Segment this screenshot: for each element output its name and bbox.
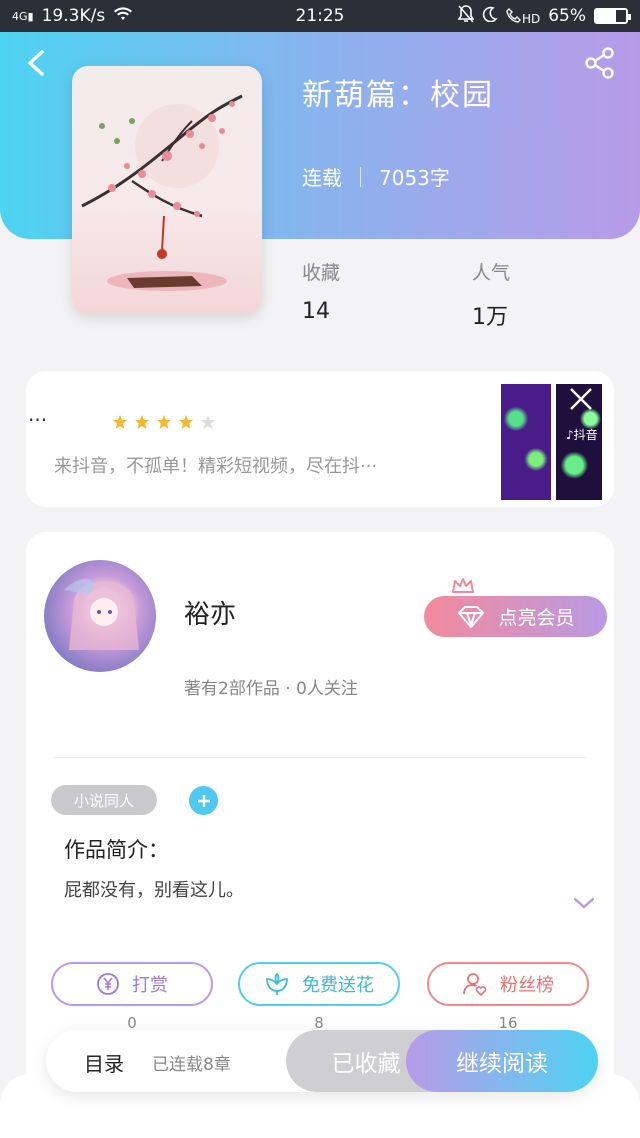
ad-brand: 抖音 <box>573 428 598 442</box>
star-icon <box>157 415 171 429</box>
star-icon <box>201 415 215 429</box>
star-icon <box>113 415 127 429</box>
popularity-label: 人气 <box>472 262 511 284</box>
book-meta: 连载 7053字 <box>302 162 450 191</box>
book-cover[interactable] <box>72 66 262 314</box>
tag-chip[interactable]: 小说同人 <box>51 785 157 815</box>
favorited-label: 已收藏 <box>331 1051 401 1077</box>
fan-ranking-label: 粉丝榜 <box>500 975 554 996</box>
back-button[interactable] <box>22 46 52 80</box>
author-name: 裕亦 <box>184 600 237 630</box>
vip-label: 点亮会员 <box>498 607 575 629</box>
battery-icon <box>594 8 631 24</box>
cover-illustration <box>81 94 243 291</box>
crown-icon <box>452 578 474 593</box>
author-summary: 著有2部作品 · 0人关注 <box>184 679 358 699</box>
share-icon <box>585 47 614 79</box>
divider <box>54 757 586 758</box>
ad-rating <box>112 414 216 430</box>
hd-label: HD <box>521 11 541 26</box>
moon-icon <box>482 6 498 27</box>
signal-icon: 4G▮ <box>12 9 34 23</box>
send-flower-label: 免费送花 <box>302 975 374 996</box>
flower-icon <box>266 973 288 995</box>
avatar[interactable] <box>44 560 156 672</box>
ad-title: ··· <box>28 408 48 432</box>
book-status: 连载 <box>302 166 342 190</box>
favorites-value: 14 <box>302 299 330 324</box>
chevron-left-icon <box>28 50 44 76</box>
fan-ranking-button[interactable]: 粉丝榜 <box>427 962 589 1006</box>
share-button[interactable] <box>584 46 616 80</box>
popularity-stat: 人气 1万 <box>472 258 640 331</box>
intro-title: 作品简介： <box>64 838 169 862</box>
popularity-value: 1万 <box>472 305 508 330</box>
favorites-label: 收藏 <box>302 262 341 284</box>
continue-reading-label: 继续阅读 <box>456 1051 548 1077</box>
add-tag-button[interactable] <box>189 786 218 815</box>
diamond-icon <box>458 605 485 628</box>
plus-icon <box>197 794 210 807</box>
vip-button[interactable]: 点亮会员 <box>424 596 607 637</box>
reward-button[interactable]: 打赏 <box>51 962 213 1006</box>
network-type: 4G <box>12 9 28 23</box>
tiktok-brand-label: ♪抖音 <box>566 428 598 442</box>
ad-image[interactable] <box>501 384 551 500</box>
favorites-stat: 收藏 14 <box>302 258 472 331</box>
chapter-count: 已连载8章 <box>152 1055 231 1075</box>
mute-bell-icon <box>457 4 475 28</box>
wifi-icon <box>113 6 133 27</box>
network-speed: 19.3K/s <box>41 6 106 26</box>
send-flower-button[interactable]: 免费送花 <box>238 962 400 1006</box>
hd-call-icon: HD <box>506 7 540 26</box>
intro-text: 屁都没有，别看这儿。 <box>64 880 244 901</box>
book-stats: 收藏 14 人气 1万 <box>302 258 640 331</box>
ad-text: 来抖音，不孤单！精彩短视频，尽在抖··· <box>54 456 378 477</box>
chevron-down-icon <box>573 897 595 909</box>
meta-divider <box>360 166 361 187</box>
ad-close-button[interactable] <box>568 386 594 412</box>
star-icon <box>135 415 149 429</box>
battery-percent: 65% <box>548 6 586 26</box>
book-title: 新葫篇：校园 <box>302 78 494 113</box>
continue-reading-button[interactable]: 继续阅读 <box>406 1030 598 1092</box>
close-icon <box>570 388 592 410</box>
battery-fill <box>596 10 616 22</box>
status-bar: 4G▮ 19.3K/s 21:25 HD 65% <box>0 0 640 32</box>
reward-label: 打赏 <box>132 975 168 996</box>
toc-button[interactable]: 目录 <box>84 1048 124 1077</box>
word-count: 7053字 <box>379 166 450 190</box>
clock: 21:25 <box>295 6 345 26</box>
expand-button[interactable] <box>572 894 596 912</box>
status-right: HD 65% <box>457 4 631 28</box>
status-left: 4G▮ 19.3K/s <box>12 6 133 27</box>
user-heart-icon <box>463 973 487 997</box>
avatar-illustration <box>64 578 139 650</box>
yuan-coin-icon <box>97 973 119 995</box>
star-icon <box>179 415 193 429</box>
